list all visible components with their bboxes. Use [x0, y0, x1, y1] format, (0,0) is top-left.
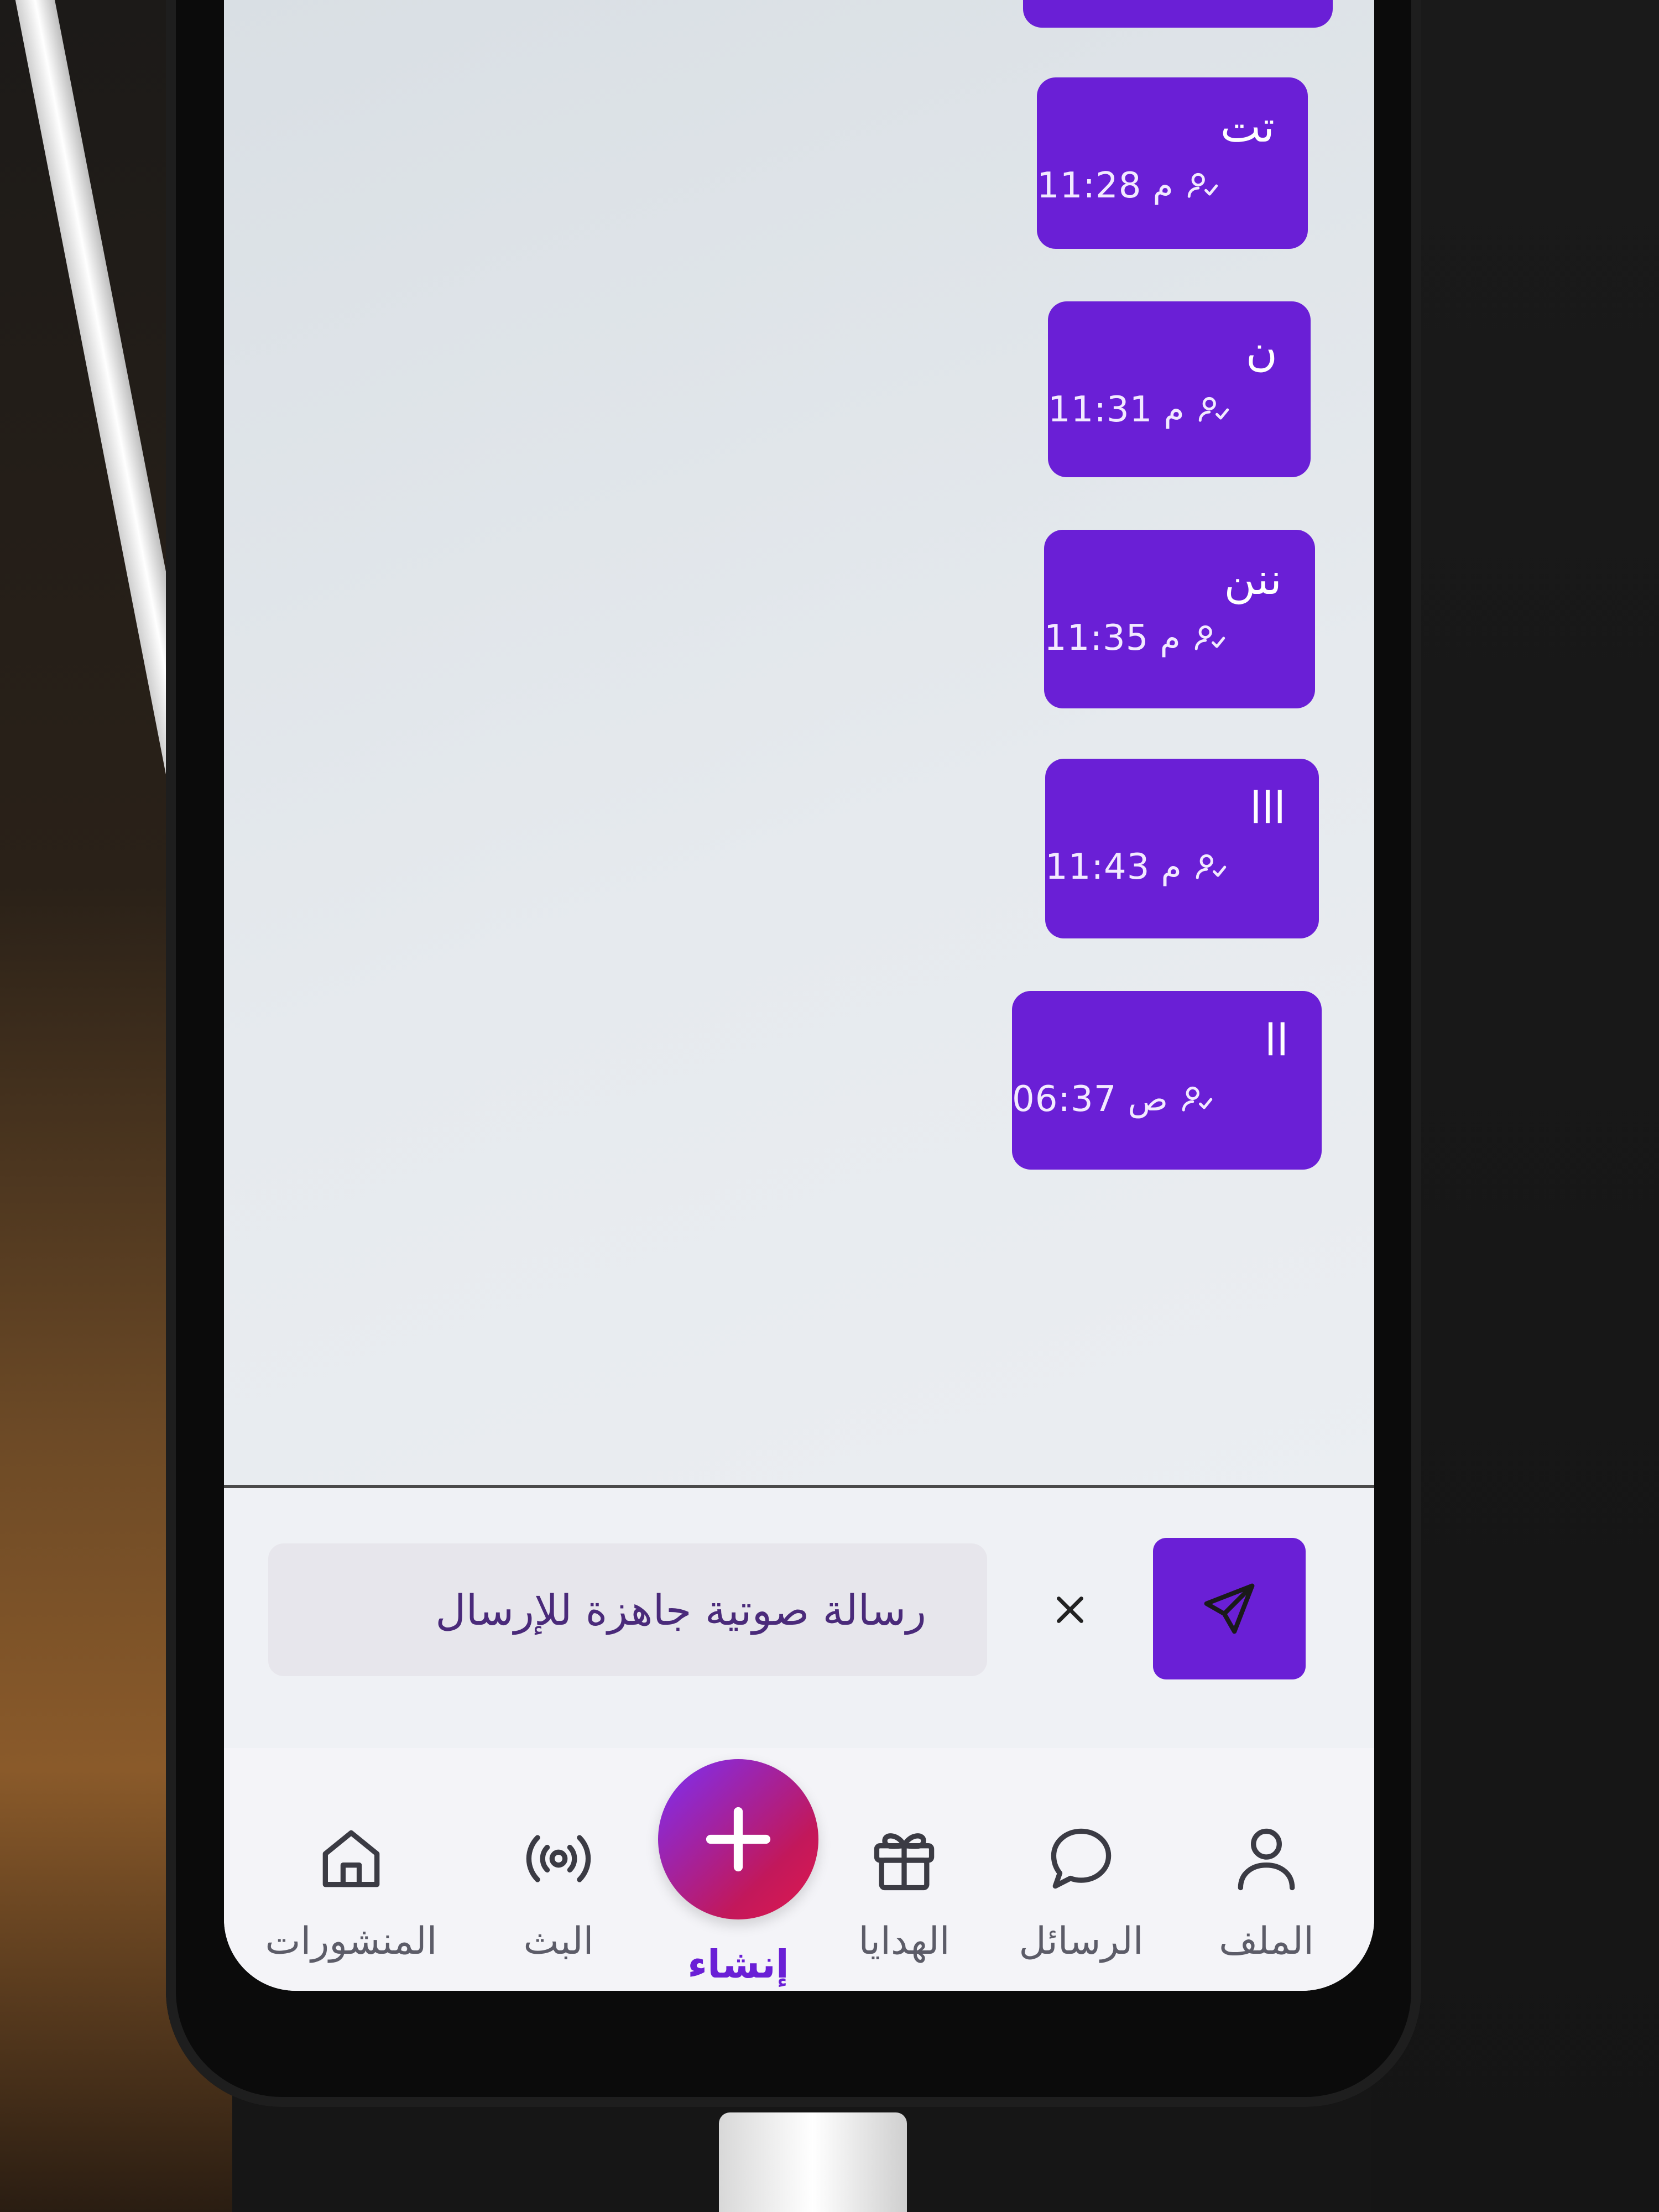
message-ampm: م [1161, 848, 1182, 886]
plus-icon [706, 1807, 771, 1872]
message-meta: م 11:43 [1045, 845, 1286, 889]
message-time: 11:43 [1045, 847, 1150, 888]
create-label: إنشاء [687, 1942, 789, 1987]
bottom-navigation: الملف الرسائل الهدايا إنشاء البث المنشور… [224, 1748, 1374, 1991]
home-icon [322, 1830, 380, 1887]
app-screen: تت م 11:28 ن م 11:31 ننن م 11:35 lll م 1… [224, 0, 1374, 1991]
message-time: 11:28 [1037, 165, 1142, 206]
message-text: ن [1245, 326, 1277, 376]
message-ampm: م [1152, 166, 1173, 205]
message-meta: م 11:31 [1048, 388, 1277, 432]
message-bubble[interactable]: ننن م 11:35 [1044, 530, 1315, 708]
message-ampm: م [1164, 390, 1185, 429]
nav-label-gifts: الهدايا [858, 1919, 950, 1963]
message-meta: م 11:28 [1037, 164, 1275, 208]
message-text: lll [1249, 784, 1286, 833]
message-time: 11:31 [1048, 389, 1153, 430]
message-bubble[interactable]: lll م 11:43 [1045, 759, 1319, 938]
message-composer: رسالة صوتية جاهزة للإرسال [224, 1488, 1374, 1748]
seen-by-icon [1194, 625, 1225, 650]
message-ampm: م [1160, 619, 1181, 658]
message-time: 06:37 [1012, 1079, 1117, 1120]
message-ampm: ص [1128, 1080, 1168, 1119]
voice-message-input[interactable]: رسالة صوتية جاهزة للإرسال [268, 1543, 987, 1676]
seen-by-icon [1196, 854, 1226, 879]
nav-label-posts: المنشورات [265, 1919, 437, 1963]
nav-item-posts[interactable]: المنشورات [265, 1820, 437, 1975]
nav-item-profile[interactable]: الملف [1183, 1820, 1349, 1975]
message-time: 11:35 [1044, 618, 1149, 659]
message-bubble[interactable] [1023, 0, 1333, 28]
voice-ready-text: رسالة صوتية جاهزة للإرسال [435, 1585, 926, 1635]
seen-by-icon [1187, 173, 1218, 198]
message-text: ll [1264, 1016, 1288, 1066]
nav-item-gifts[interactable]: الهدايا [821, 1820, 987, 1975]
message-text: ننن [1224, 555, 1282, 604]
usb-cable [719, 2112, 907, 2212]
send-icon [1204, 1583, 1255, 1634]
message-meta: م 11:35 [1044, 616, 1282, 660]
message-bubble[interactable]: ll ص 06:37 [1012, 991, 1322, 1170]
create-button[interactable] [658, 1759, 818, 1919]
send-button[interactable] [1153, 1538, 1306, 1679]
cancel-voice-button[interactable] [1026, 1566, 1114, 1654]
message-bubble[interactable]: ن م 11:31 [1048, 301, 1311, 477]
message-text: تت [1220, 102, 1275, 152]
message-bubble[interactable]: تت م 11:28 [1037, 77, 1308, 249]
chat-message-list[interactable]: تت م 11:28 ن م 11:31 ننن م 11:35 lll م 1… [224, 0, 1374, 1485]
nav-item-live[interactable]: البث [476, 1820, 641, 1975]
nav-label-messages: الرسائل [1019, 1919, 1144, 1963]
nav-label-profile: الملف [1219, 1919, 1314, 1963]
nav-item-messages[interactable]: الرسائل [998, 1820, 1164, 1975]
profile-icon [1238, 1828, 1295, 1891]
gift-icon [874, 1833, 935, 1891]
chat-bubble-icon [1051, 1828, 1112, 1889]
close-icon [1057, 1597, 1083, 1623]
seen-by-icon [1198, 397, 1229, 422]
broadcast-icon [526, 1835, 591, 1882]
seen-by-icon [1182, 1086, 1213, 1112]
message-meta: ص 06:37 [1012, 1077, 1288, 1121]
nav-label-live: البث [523, 1919, 594, 1963]
